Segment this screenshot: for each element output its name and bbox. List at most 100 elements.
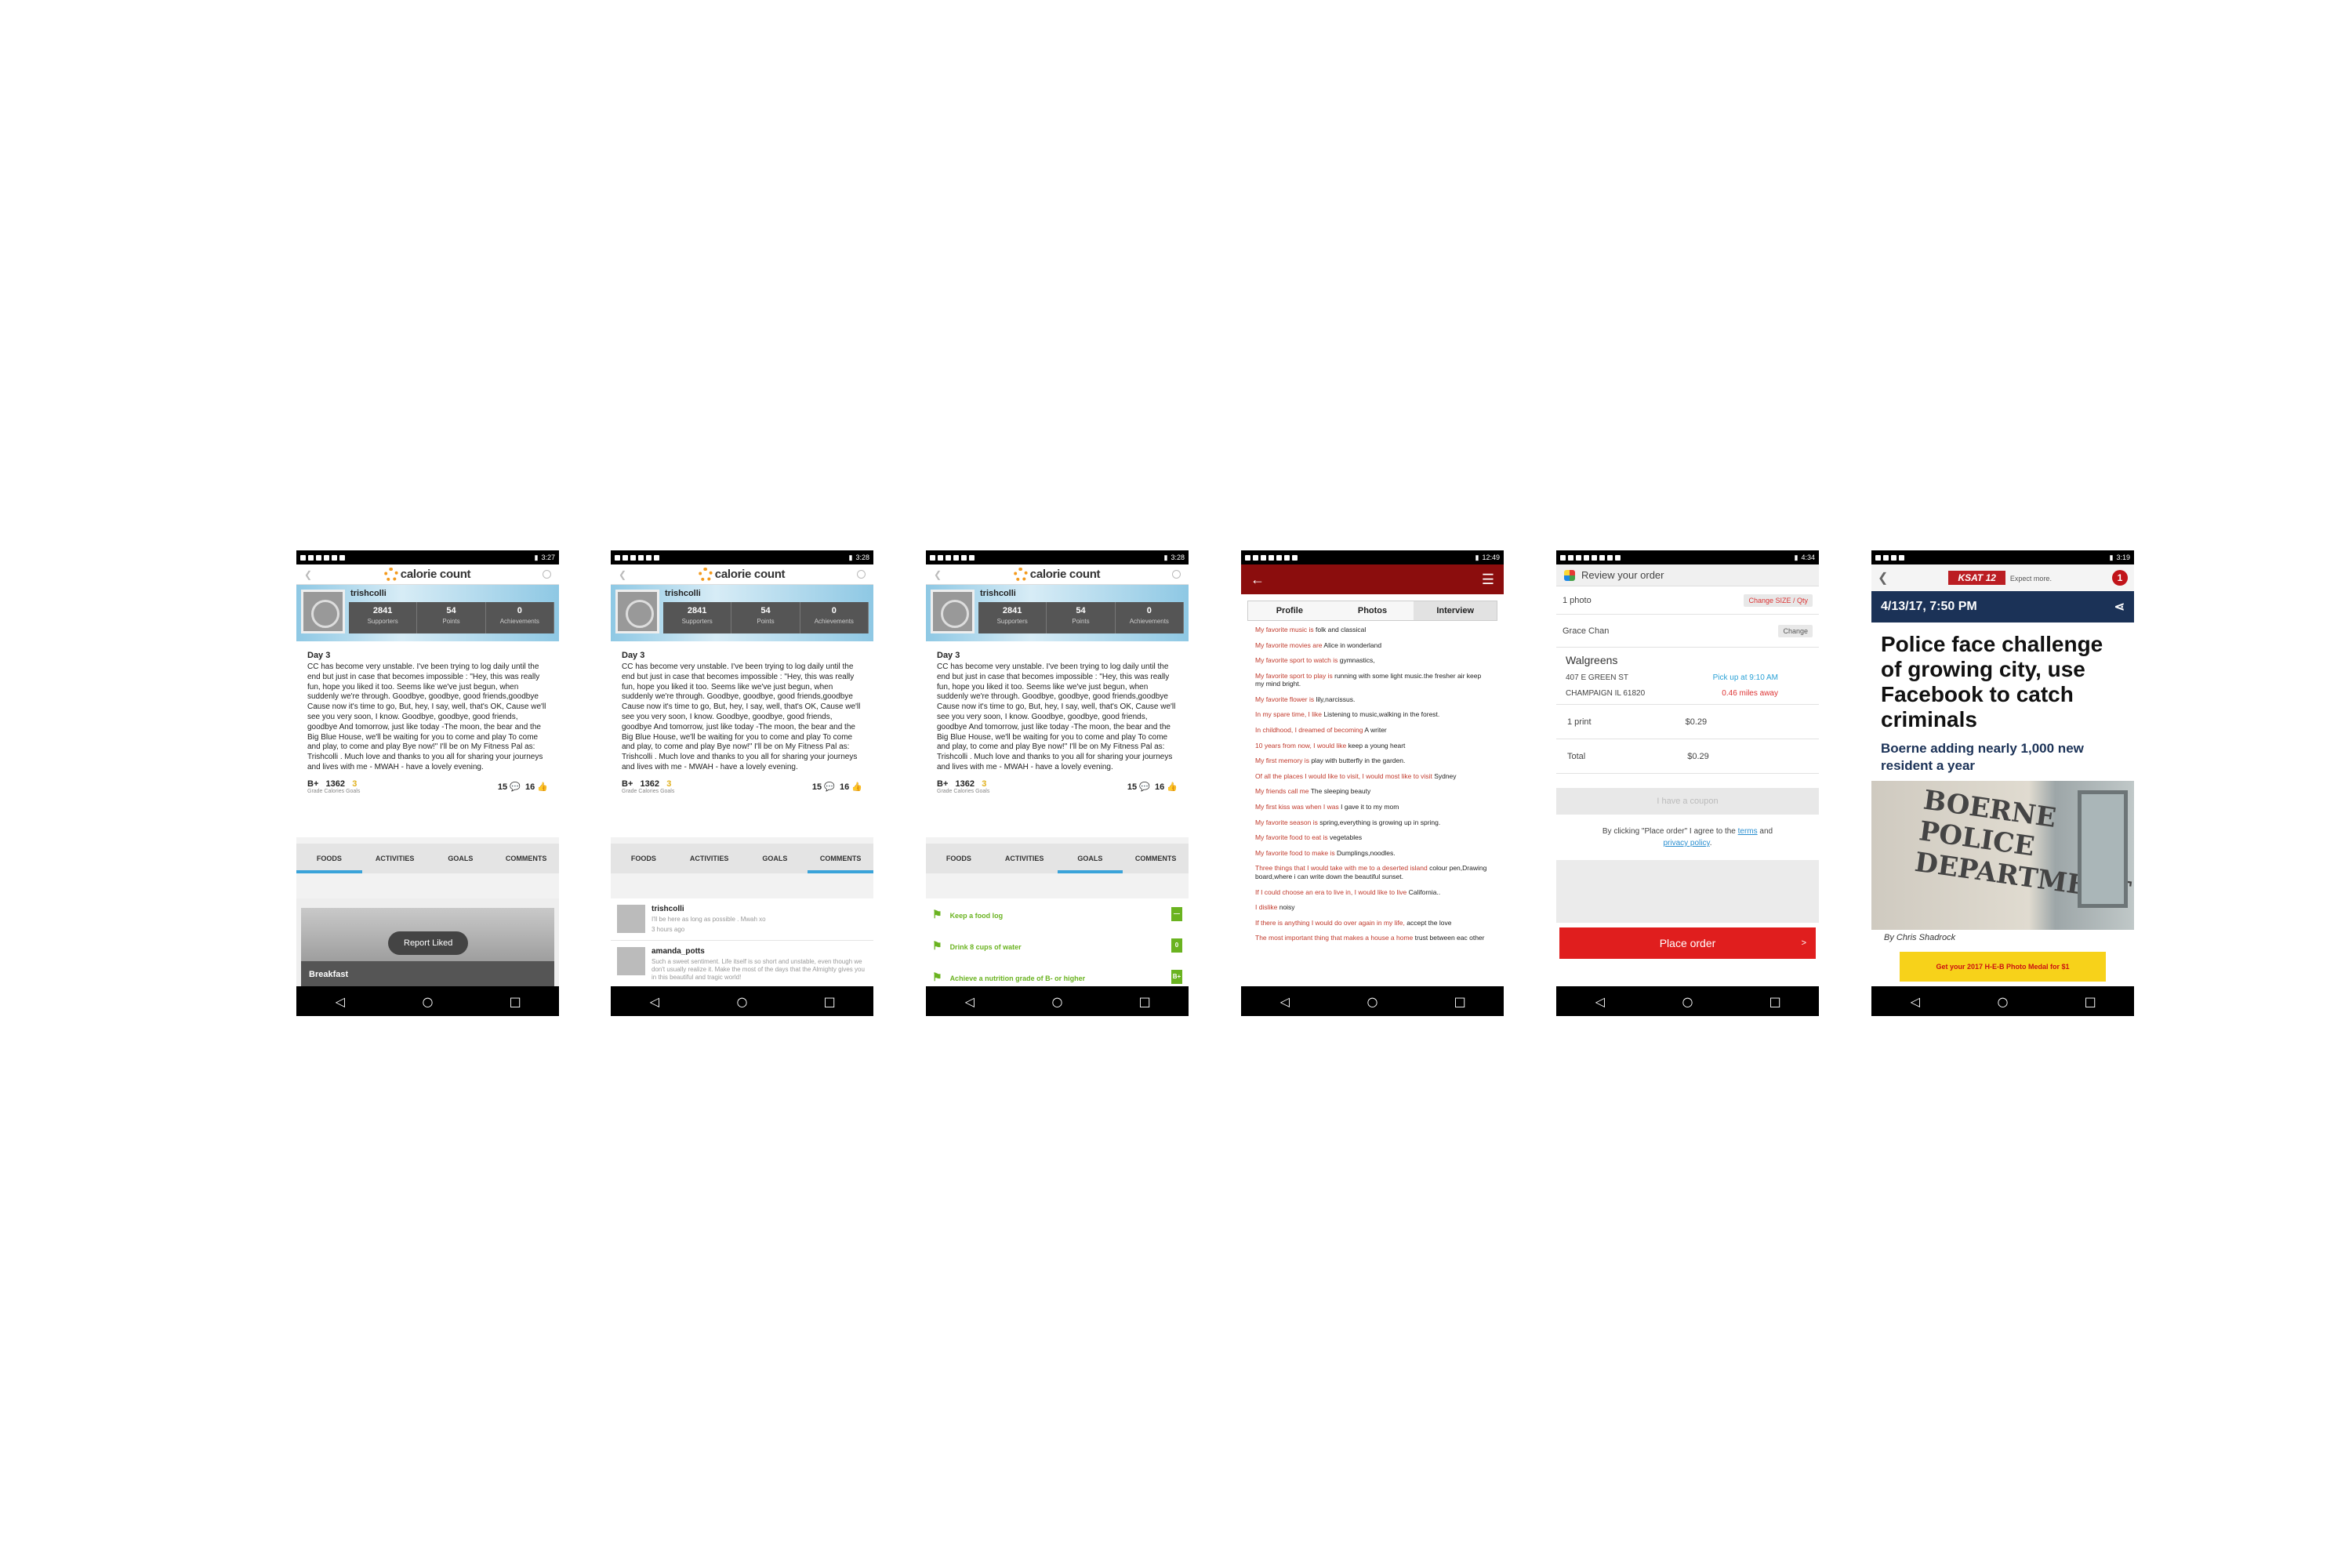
food-card[interactable]: Report Liked Breakfast xyxy=(301,908,554,989)
goal-item[interactable]: ⚑ Keep a food log — xyxy=(926,898,1189,930)
like-count[interactable]: 16 xyxy=(525,782,535,792)
tab-foods[interactable]: FOODS xyxy=(926,844,992,873)
battery-icon: ▮ xyxy=(1794,553,1798,561)
place-order-button[interactable]: Place order > xyxy=(1559,927,1816,959)
back-nav-icon[interactable]: ◁ xyxy=(1904,994,1927,1009)
advertisement-banner[interactable]: Get your 2017 H-E-B Photo Medal for $1 xyxy=(1900,952,2106,982)
tab-interview[interactable]: Interview xyxy=(1414,601,1497,620)
status-bar: ▮ 3:19 xyxy=(1871,550,2134,564)
commenter-name[interactable]: amanda_potts xyxy=(652,947,867,956)
like-count[interactable]: 16 xyxy=(840,782,849,792)
like-count[interactable]: 16 xyxy=(1155,782,1164,792)
recents-nav-icon[interactable]: □ xyxy=(1448,994,1472,1009)
commenter-avatar[interactable] xyxy=(617,947,645,975)
stat-achievements[interactable]: 0 Achievements xyxy=(1116,602,1184,633)
commenter-name[interactable]: trishcolli xyxy=(652,905,766,913)
back-icon[interactable]: ❮ xyxy=(1878,570,1888,586)
back-icon[interactable]: ❮ xyxy=(934,569,942,580)
profile-menu-icon[interactable]: ☰ xyxy=(1482,572,1494,588)
stat-points[interactable]: 54 Points xyxy=(731,602,800,633)
recents-nav-icon[interactable]: □ xyxy=(1133,994,1156,1009)
comment-item[interactable]: trishcolli I'll be here as long as possib… xyxy=(611,898,873,941)
stat-achievements[interactable]: 0 Achievements xyxy=(486,602,554,633)
share-icon[interactable]: ⋖ xyxy=(2114,599,2125,615)
back-icon[interactable]: ❮ xyxy=(304,569,312,580)
tab-goals[interactable]: GOALS xyxy=(428,844,494,873)
stat-supporters[interactable]: 2841 Supporters xyxy=(978,602,1047,633)
back-nav-icon[interactable]: ◁ xyxy=(1273,994,1297,1009)
comment-icon[interactable]: 💬 xyxy=(510,782,521,792)
commenter-avatar[interactable] xyxy=(617,905,645,933)
username[interactable]: trishcolli xyxy=(665,589,701,598)
tab-profile[interactable]: Profile xyxy=(1248,601,1331,620)
notification-badge[interactable]: 1 xyxy=(2112,570,2128,586)
home-nav-icon[interactable]: ○ xyxy=(1045,994,1069,1009)
back-nav-icon[interactable]: ◁ xyxy=(958,994,982,1009)
profile-stats: 2841 Supporters 54 Points 0 Achievements xyxy=(978,602,1184,633)
back-icon[interactable]: ❮ xyxy=(619,569,626,580)
thumbs-up-icon[interactable]: 👍 xyxy=(537,782,548,792)
tab-activities[interactable]: ACTIVITIES xyxy=(992,844,1058,873)
goals-panel: ⚑ Keep a food log — ⚑ Drink 8 cups of water… xyxy=(926,898,1189,993)
comment-count[interactable]: 15 xyxy=(498,782,507,792)
tab-foods[interactable]: FOODS xyxy=(611,844,677,873)
tab-goals[interactable]: GOALS xyxy=(1057,844,1123,873)
tab-comments[interactable]: COMMENTS xyxy=(808,844,873,873)
goal-item[interactable]: ⚑ Drink 8 cups of water 0 xyxy=(926,930,1189,961)
avatar[interactable] xyxy=(301,590,345,633)
tab-photos[interactable]: Photos xyxy=(1331,601,1414,620)
thumbs-up-icon[interactable]: 👍 xyxy=(851,782,862,792)
app-header: Review your order xyxy=(1556,564,1819,586)
tab-goals[interactable]: GOALS xyxy=(742,844,808,873)
stat-points[interactable]: 54 Points xyxy=(1047,602,1116,633)
article-photo[interactable]: BOERNE POLICE DEPARTMENT xyxy=(1871,781,2134,930)
user-icon[interactable] xyxy=(857,570,866,579)
tab-comments[interactable]: COMMENTS xyxy=(493,844,559,873)
notification-icons xyxy=(615,554,659,561)
recents-nav-icon[interactable]: □ xyxy=(503,994,527,1009)
home-nav-icon[interactable]: ○ xyxy=(1360,994,1384,1009)
avatar[interactable] xyxy=(615,590,659,633)
change-size-button[interactable]: Change SIZE / Qty xyxy=(1744,593,1813,607)
recents-nav-icon[interactable]: □ xyxy=(818,994,841,1009)
coupon-button[interactable]: I have a coupon xyxy=(1556,788,1819,815)
avatar[interactable] xyxy=(931,590,975,633)
comment-count[interactable]: 15 xyxy=(812,782,822,792)
change-customer-button[interactable]: Change xyxy=(1778,624,1813,637)
username[interactable]: trishcolli xyxy=(980,589,1016,598)
tab-activities[interactable]: ACTIVITIES xyxy=(677,844,742,873)
home-nav-icon[interactable]: ○ xyxy=(1675,994,1699,1009)
stat-supporters[interactable]: 2841 Supporters xyxy=(663,602,732,633)
back-nav-icon[interactable]: ◁ xyxy=(643,994,666,1009)
user-icon[interactable] xyxy=(1172,570,1181,579)
status-time: 4:34 xyxy=(1801,554,1815,561)
interview-item: If there is anything I would do over aga… xyxy=(1255,918,1452,927)
back-nav-icon[interactable]: ◁ xyxy=(1588,994,1612,1009)
back-nav-icon[interactable]: ◁ xyxy=(328,994,352,1009)
profile-tabs: FOODS ACTIVITIES GOALS COMMENTS xyxy=(926,844,1189,873)
stat-achievements[interactable]: 0 Achievements xyxy=(800,602,869,633)
comment-item[interactable]: amanda_potts Such a sweet sentiment. Life… xyxy=(611,941,873,989)
home-nav-icon[interactable]: ○ xyxy=(416,994,439,1009)
stat-supporters[interactable]: 2841 Supporters xyxy=(349,602,418,633)
terms-link[interactable]: terms xyxy=(1738,827,1758,836)
back-arrow-icon[interactable]: ← xyxy=(1250,572,1265,588)
print-price: $0.29 xyxy=(1685,717,1708,727)
interview-item: My first kiss was when I was I gave it t… xyxy=(1255,803,1399,811)
tab-activities[interactable]: ACTIVITIES xyxy=(362,844,428,873)
recents-nav-icon[interactable]: □ xyxy=(1763,994,1787,1009)
comment-icon[interactable]: 💬 xyxy=(824,782,835,792)
tab-comments[interactable]: COMMENTS xyxy=(1123,844,1189,873)
stat-points[interactable]: 54 Points xyxy=(417,602,486,633)
system-nav-bar: ◁ ○ □ xyxy=(611,986,873,1016)
thumbs-up-icon[interactable]: 👍 xyxy=(1167,782,1178,792)
home-nav-icon[interactable]: ○ xyxy=(730,994,753,1009)
privacy-link[interactable]: privacy policy xyxy=(1663,839,1709,848)
user-icon[interactable] xyxy=(543,570,551,579)
recents-nav-icon[interactable]: □ xyxy=(2078,994,2102,1009)
home-nav-icon[interactable]: ○ xyxy=(1991,994,2014,1009)
tab-foods[interactable]: FOODS xyxy=(296,844,362,873)
comment-icon[interactable]: 💬 xyxy=(1139,782,1150,792)
username[interactable]: trishcolli xyxy=(350,589,387,598)
comment-count[interactable]: 15 xyxy=(1127,782,1137,792)
